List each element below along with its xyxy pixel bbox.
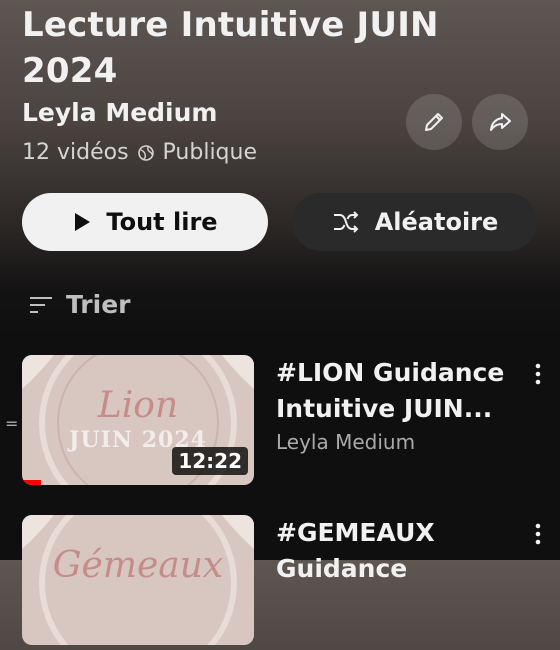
playlist-video-item[interactable]: Lion JUIN 2024 12:22 #LION Guidance Intu… (0, 355, 560, 490)
play-all-button[interactable]: Tout lire (22, 193, 268, 251)
play-icon (72, 211, 92, 233)
share-icon (486, 108, 514, 136)
playlist-channel-name[interactable]: Leyla Medium (22, 98, 217, 127)
sort-button[interactable]: Trier (28, 290, 131, 319)
visibility-label: Publique (162, 140, 258, 165)
globe-icon (137, 144, 155, 162)
thumbnail-title: Lion (97, 385, 179, 426)
watch-progress-bar (22, 480, 41, 485)
video-channel: Leyla Medium (276, 430, 416, 454)
shuffle-button[interactable]: Aléatoire (292, 193, 537, 251)
edit-button[interactable] (406, 94, 462, 150)
shuffle-icon (331, 209, 361, 235)
video-duration: 12:22 (172, 447, 248, 475)
video-title[interactable]: #GEMEAUX Guidance (276, 515, 516, 587)
playlist-title: Lecture Intuitive JUIN 2024 (22, 5, 439, 91)
video-thumbnail[interactable]: Lion JUIN 2024 12:22 (22, 355, 254, 485)
more-options-button[interactable] (530, 359, 546, 389)
video-thumbnail[interactable]: Gémeaux (22, 515, 254, 645)
pencil-icon (421, 109, 447, 135)
share-button[interactable] (472, 94, 528, 150)
play-all-label: Tout lire (106, 208, 218, 236)
thumbnail-title: Gémeaux (52, 545, 224, 586)
sort-label: Trier (66, 290, 131, 319)
video-count: 12 vidéos (22, 140, 129, 165)
video-title[interactable]: #LION Guidance Intuitive JUIN... (276, 355, 516, 427)
shuffle-label: Aléatoire (374, 208, 499, 236)
more-vert-icon (535, 363, 541, 385)
playlist-meta: 12 vidéos Publique (22, 140, 257, 165)
playlist-video-item[interactable]: Gémeaux #GEMEAUX Guidance (0, 515, 560, 650)
more-vert-icon (535, 523, 541, 545)
sort-icon (28, 294, 54, 316)
more-options-button[interactable] (530, 519, 546, 549)
